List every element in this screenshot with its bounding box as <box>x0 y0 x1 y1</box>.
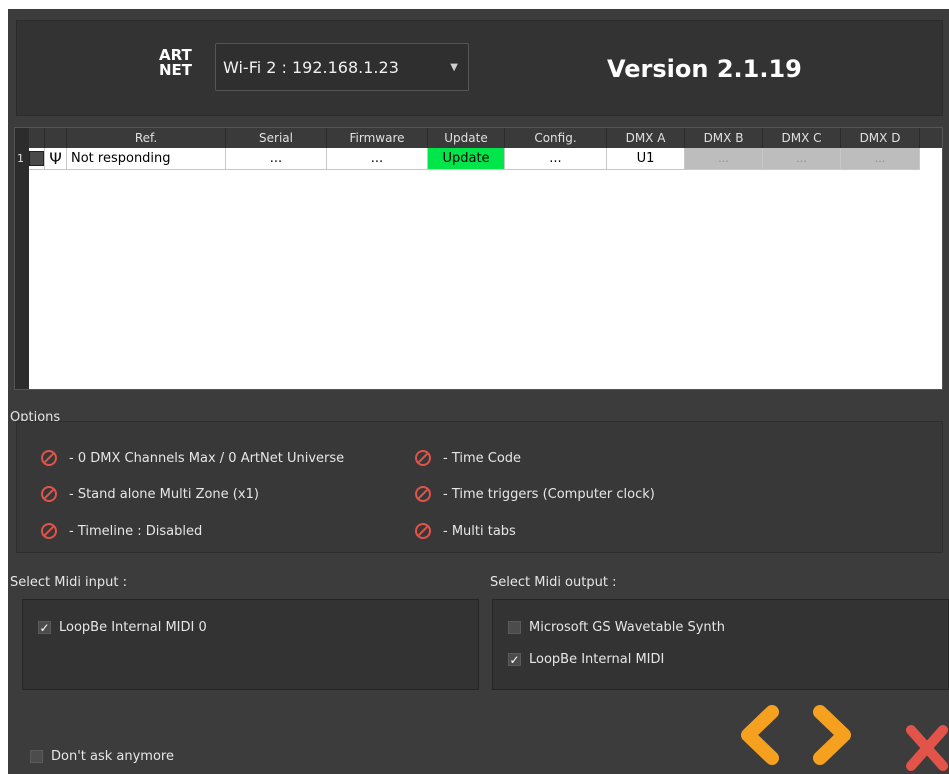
cell-dmx-b: ... <box>685 148 763 170</box>
th-serial[interactable]: Serial <box>226 128 327 148</box>
cell-dmx-d: ... <box>841 148 920 170</box>
cell-dmx-c: ... <box>763 148 841 170</box>
cell-dmx-a[interactable]: U1 <box>607 148 685 170</box>
midi-output-title: Select Midi output : <box>490 575 617 590</box>
next-arrow-icon[interactable] <box>808 704 858 766</box>
midi-input-title: Select Midi input : <box>10 575 128 590</box>
update-button[interactable]: Update <box>428 148 505 170</box>
table-header: Ref. Serial Firmware Update Config. DMX … <box>29 128 942 148</box>
prohibited-icon <box>415 486 431 502</box>
cell-serial[interactable]: ... <box>226 148 327 170</box>
th-dmx-d[interactable]: DMX D <box>841 128 920 148</box>
chevron-down-icon: ▼ <box>450 62 458 73</box>
cell-ref: Not responding <box>67 148 226 170</box>
prohibited-icon <box>41 486 57 502</box>
checkbox[interactable] <box>508 621 521 634</box>
device-table: Ref. Serial Firmware Update Config. DMX … <box>14 127 943 390</box>
prohibited-icon <box>41 523 57 539</box>
th-icon <box>45 128 67 148</box>
prohibited-icon <box>415 523 431 539</box>
checkbox[interactable]: ✓ <box>38 621 51 635</box>
prohibited-icon <box>415 450 431 466</box>
usb-icon: Ψ <box>45 148 67 170</box>
th-checkbox <box>29 128 45 148</box>
cell-config[interactable]: ... <box>505 148 607 170</box>
close-icon[interactable] <box>903 722 949 774</box>
th-dmx-b[interactable]: DMX B <box>685 128 763 148</box>
prohibited-icon <box>41 450 57 466</box>
option-item: - 0 DMX Channels Max / 0 ArtNet Universe <box>41 450 344 466</box>
th-firmware[interactable]: Firmware <box>327 128 428 148</box>
th-dmx-a[interactable]: DMX A <box>607 128 685 148</box>
th-dmx-c[interactable]: DMX C <box>763 128 841 148</box>
dont-ask-checkbox[interactable]: Don't ask anymore <box>30 749 174 764</box>
row-select-checkbox[interactable] <box>29 148 45 170</box>
option-item: - Time Code <box>415 450 521 466</box>
option-item: - Time triggers (Computer clock) <box>415 486 655 502</box>
th-ref[interactable]: Ref. <box>67 128 226 148</box>
previous-arrow-icon[interactable] <box>734 704 784 766</box>
network-interface-value: Wi-Fi 2 : 192.168.1.23 <box>223 57 399 77</box>
row-number-column <box>15 128 29 389</box>
th-update[interactable]: Update <box>428 128 505 148</box>
table-row[interactable]: Ψ Not responding ... ... Update ... U1 .… <box>29 148 942 170</box>
network-interface-select[interactable]: Wi-Fi 2 : 192.168.1.23 ▼ <box>215 43 469 91</box>
midi-output-item[interactable]: ✓ LoopBe Internal MIDI <box>508 652 664 667</box>
options-panel: - 0 DMX Channels Max / 0 ArtNet Universe… <box>16 421 943 553</box>
midi-input-item[interactable]: ✓ LoopBe Internal MIDI 0 <box>38 620 207 635</box>
option-item: - Multi tabs <box>415 523 516 539</box>
checkbox[interactable] <box>29 151 44 166</box>
option-item: - Stand alone Multi Zone (x1) <box>41 486 259 502</box>
row-number: 1 <box>17 152 24 165</box>
midi-output-item[interactable]: Microsoft GS Wavetable Synth <box>508 620 725 635</box>
cell-firmware[interactable]: ... <box>327 148 428 170</box>
artnet-logo: ART NET <box>159 46 193 79</box>
checkbox[interactable]: ✓ <box>508 653 521 667</box>
checkbox[interactable] <box>30 750 43 763</box>
midi-output-list: Microsoft GS Wavetable Synth ✓ LoopBe In… <box>492 599 949 690</box>
header-panel: ART NET Wi-Fi 2 : 192.168.1.23 ▼ Version… <box>16 20 943 116</box>
midi-input-list: ✓ LoopBe Internal MIDI 0 <box>22 599 479 690</box>
option-item: - Timeline : Disabled <box>41 523 202 539</box>
version-label: Version 2.1.19 <box>607 55 802 83</box>
th-config[interactable]: Config. <box>505 128 607 148</box>
